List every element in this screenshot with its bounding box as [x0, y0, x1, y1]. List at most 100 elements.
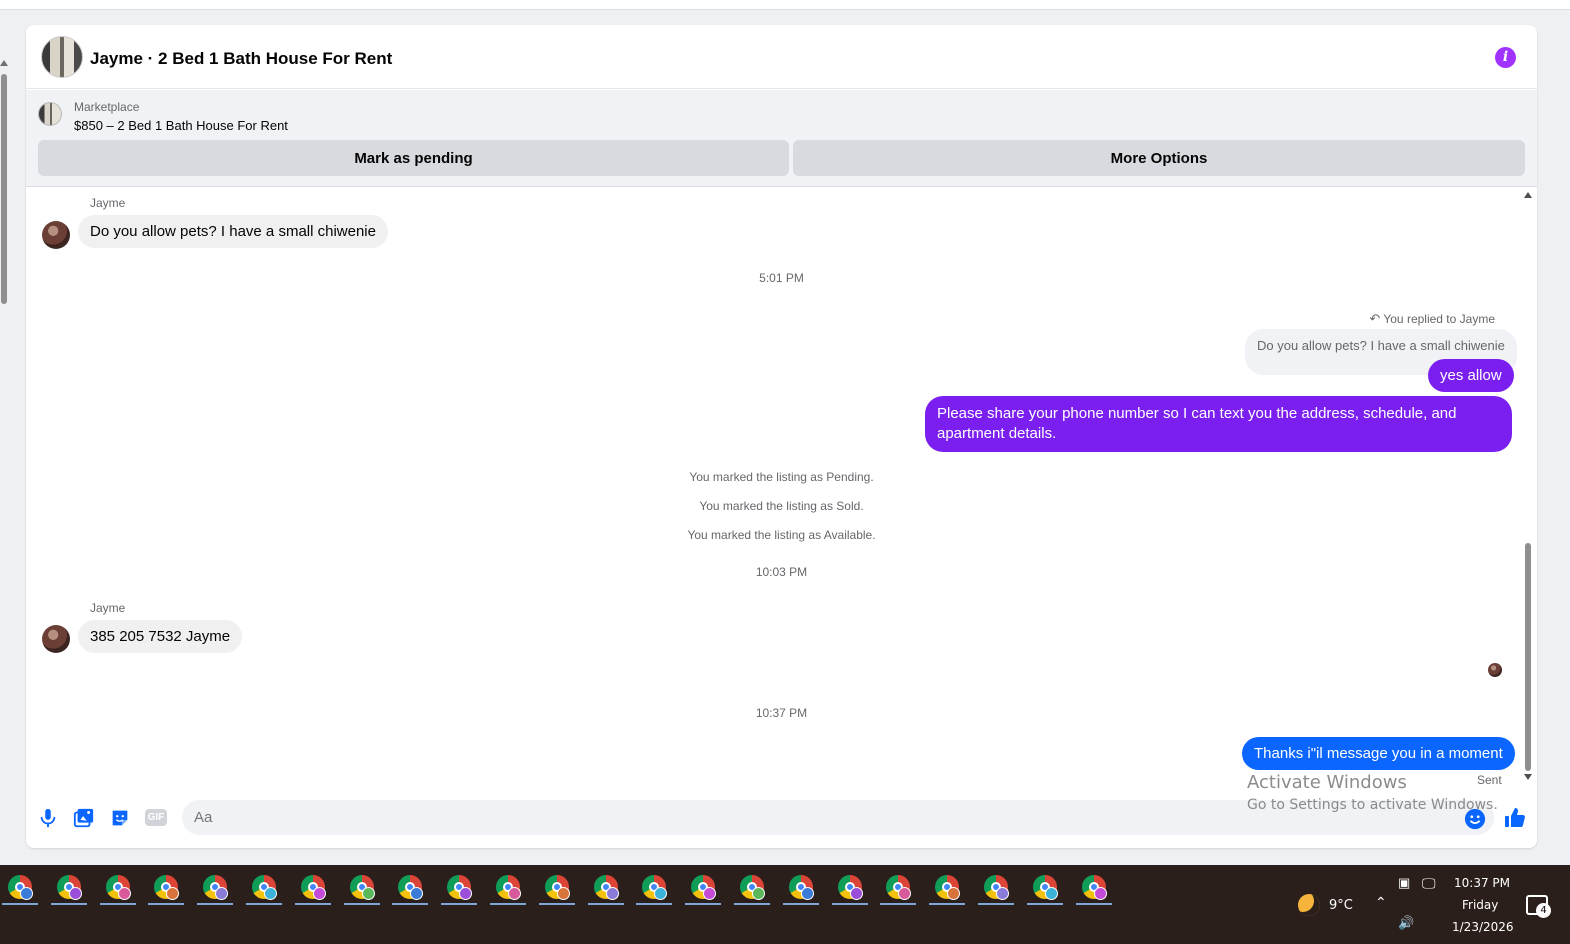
- open-window-indicator: [782, 903, 819, 905]
- sender-name: Jayme: [90, 601, 126, 615]
- open-window-indicator: [343, 903, 380, 905]
- open-window-indicator: [441, 903, 478, 905]
- profile-badge: [68, 887, 82, 900]
- taskbar-chrome-window[interactable]: [781, 873, 821, 905]
- taskbar-chrome-window[interactable]: [976, 873, 1016, 905]
- taskbar-chrome-window[interactable]: [878, 873, 918, 905]
- taskbar-chrome-window[interactable]: [439, 873, 479, 905]
- taskbar-chrome-window[interactable]: [1074, 873, 1114, 905]
- open-window-indicator: [246, 903, 282, 905]
- microphone-icon[interactable]: [37, 807, 59, 829]
- seen-avatar: [1488, 663, 1502, 677]
- sticker-icon[interactable]: [109, 807, 131, 829]
- avatar[interactable]: [42, 625, 70, 653]
- profile-badge: [264, 887, 277, 900]
- profile-badge: [898, 887, 912, 900]
- open-window-indicator: [685, 903, 722, 905]
- timestamp: 10:03 PM: [755, 565, 808, 579]
- listing-thumbnail[interactable]: [38, 102, 62, 126]
- taskbar-chrome-window[interactable]: [293, 873, 333, 905]
- taskbar-chrome-window[interactable]: [49, 873, 89, 905]
- profile-badge: [947, 887, 961, 900]
- emoji-icon[interactable]: [1464, 808, 1486, 830]
- clock-date[interactable]: 1/23/2026: [1452, 920, 1514, 934]
- open-window-indicator: [2, 903, 38, 905]
- open-window-indicator: [99, 903, 136, 905]
- incoming-message[interactable]: 385 205 7532 Jayme: [78, 620, 243, 653]
- taskbar-chrome-window[interactable]: [634, 873, 674, 905]
- taskbar-chrome-window[interactable]: [830, 873, 870, 905]
- open-window-indicator: [636, 903, 673, 905]
- taskbar-chrome-window[interactable]: [390, 873, 430, 905]
- scroll-down-arrow[interactable]: [1524, 774, 1532, 780]
- profile-badge: [1093, 887, 1107, 900]
- profile-badge: [459, 887, 473, 900]
- notification-count: 4: [1536, 903, 1551, 918]
- chat-header: Jayme · 2 Bed 1 Bath House For Rent i: [26, 25, 1537, 89]
- scroll-up-arrow[interactable]: [0, 60, 8, 66]
- moon-icon[interactable]: [1298, 894, 1320, 916]
- taskbar-chrome-window[interactable]: [342, 873, 382, 905]
- meet-now-icon[interactable]: ▣: [1398, 875, 1410, 891]
- taskbar-chrome-window[interactable]: [927, 873, 967, 905]
- chevron-up-icon[interactable]: ⌃: [1375, 894, 1387, 911]
- thumbs-up-icon[interactable]: [1503, 806, 1527, 830]
- taskbar-chrome-window[interactable]: [1025, 873, 1065, 905]
- clock-day[interactable]: Friday: [1462, 898, 1498, 912]
- open-window-indicator: [294, 903, 331, 905]
- open-window-indicator: [587, 903, 624, 905]
- scroll-up-arrow[interactable]: [1524, 192, 1532, 198]
- open-window-indicator: [392, 903, 429, 905]
- listing-title[interactable]: $850 – 2 Bed 1 Bath House For Rent: [74, 118, 288, 133]
- info-icon[interactable]: i: [1495, 47, 1516, 68]
- profile-badge: [215, 887, 229, 900]
- network-icon[interactable]: 🖵: [1422, 875, 1436, 892]
- taskbar-chrome-window[interactable]: [537, 873, 577, 905]
- taskbar-chrome-window[interactable]: [586, 873, 626, 905]
- gif-icon[interactable]: GIF: [145, 809, 167, 826]
- outgoing-message[interactable]: Please share your phone number so I can …: [925, 396, 1512, 452]
- open-window-indicator: [197, 903, 234, 905]
- thread-scrollbar[interactable]: [1523, 188, 1533, 788]
- avatar[interactable]: [42, 221, 70, 249]
- browser-top-strip: [0, 0, 1570, 10]
- message-input[interactable]: [182, 800, 1494, 835]
- open-window-indicator: [831, 903, 868, 905]
- reply-arrow-icon: ↶: [1369, 311, 1381, 326]
- outgoing-message[interactable]: yes allow: [1428, 359, 1514, 392]
- clock-time[interactable]: 10:37 PM: [1454, 876, 1510, 890]
- page-scrollbar[interactable]: [0, 56, 8, 856]
- outgoing-message[interactable]: Thanks i"il message you in a moment: [1242, 737, 1515, 770]
- photo-icon[interactable]: [73, 807, 95, 829]
- scrollbar-thumb[interactable]: [1525, 543, 1531, 771]
- profile-badge: [117, 887, 131, 900]
- temperature[interactable]: 9°C: [1329, 898, 1353, 913]
- reply-note-text: You replied to Jayme: [1383, 312, 1495, 326]
- taskbar-chrome-window[interactable]: [98, 873, 138, 905]
- chat-title[interactable]: Jayme · 2 Bed 1 Bath House For Rent: [90, 49, 392, 69]
- profile-badge: [410, 887, 424, 900]
- open-window-indicator: [929, 903, 966, 905]
- profile-badge: [508, 887, 521, 900]
- taskbar-chrome-window[interactable]: [195, 873, 235, 905]
- mark-as-pending-button[interactable]: Mark as pending: [38, 140, 789, 176]
- chat-window: Jayme · 2 Bed 1 Bath House For Rent i Ma…: [26, 25, 1537, 848]
- open-window-indicator: [490, 903, 526, 905]
- system-message: You marked the listing as Pending.: [689, 470, 874, 484]
- taskbar-chrome-window[interactable]: [244, 873, 284, 905]
- volume-icon[interactable]: 🔊: [1398, 915, 1414, 931]
- more-options-button[interactable]: More Options: [793, 140, 1525, 176]
- taskbar-chrome-window[interactable]: [732, 873, 772, 905]
- open-window-indicator: [978, 903, 1014, 905]
- incoming-message[interactable]: Do you allow pets? I have a small chiwen…: [78, 215, 388, 248]
- profile-badge: [166, 887, 180, 900]
- taskbar-chrome-window[interactable]: [488, 873, 528, 905]
- taskbar-chrome-window[interactable]: [0, 873, 40, 905]
- listing-avatar[interactable]: [41, 36, 83, 78]
- taskbar-chrome-window[interactable]: [146, 873, 186, 905]
- taskbar-chrome-window[interactable]: [683, 873, 723, 905]
- scrollbar-thumb[interactable]: [1, 74, 7, 304]
- system-message: You marked the listing as Available.: [687, 528, 876, 542]
- message-thread[interactable]: Jayme Do you allow pets? I have a small …: [26, 188, 1537, 793]
- open-window-indicator: [148, 903, 185, 905]
